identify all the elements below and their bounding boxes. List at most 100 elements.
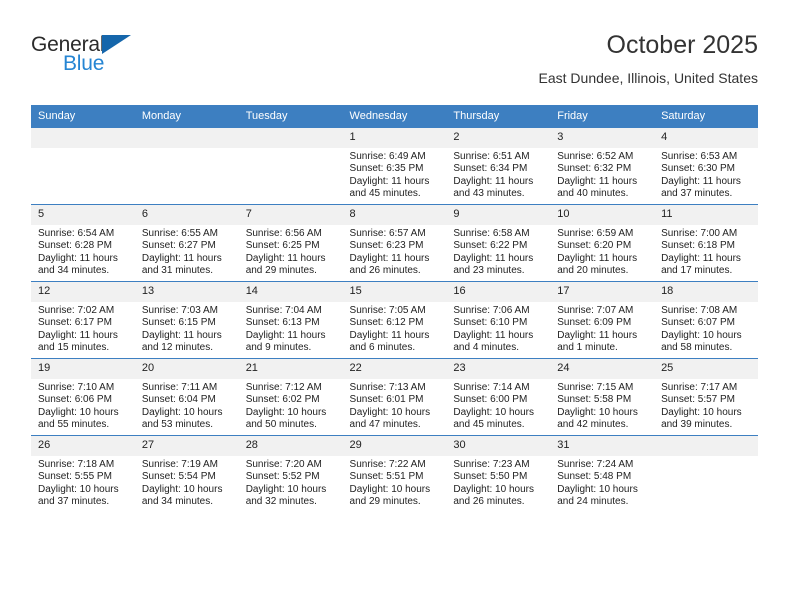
sunrise-text: Sunrise: 7:11 AM [141,382,218,393]
sunrise-text: Sunrise: 6:54 AM [38,228,115,239]
calendar-day-cell[interactable]: 8 Sunrise: 6:57 AM Sunset: 6:23 PM Daylight… [342,204,447,282]
calendar-day-cell[interactable]: 4 Sunrise: 6:53 AM Sunset: 6:30 PM Daylight… [654,127,758,205]
calendar-day-cell[interactable]: 5 Sunrise: 6:54 AM Sunset: 6:28 PM Daylight… [31,204,135,282]
day-number: 5 [31,205,135,225]
daylight-text: Daylight: 11 hours and 37 minutes. [661,175,741,200]
day-sun-info: Sunrise: 7:07 AM Sunset: 6:09 PM Daylight:… [550,302,654,355]
sunset-text: Sunset: 5:54 PM [141,471,216,483]
day-sun-info [239,148,343,151]
sunrise-text: Sunrise: 7:22 AM [349,459,426,470]
sunset-text: Sunset: 5:48 PM [557,471,632,483]
sunrise-text: Sunrise: 7:00 AM [661,228,738,239]
calendar-day-cell[interactable]: 22 Sunrise: 7:13 AM Sunset: 6:01 PM Dayligh… [342,358,447,436]
day-number: 30 [446,436,551,456]
calendar-day-cell[interactable]: 11 Sunrise: 7:00 AM Sunset: 6:18 PM Dayligh… [654,204,758,282]
calendar-day-cell[interactable]: 21 Sunrise: 7:12 AM Sunset: 6:02 PM Dayligh… [238,358,343,436]
day-sun-info: Sunrise: 7:15 AM Sunset: 5:58 PM Daylight:… [550,379,654,432]
calendar-day-cell[interactable]: 7 Sunrise: 6:56 AM Sunset: 6:25 PM Daylight… [238,204,343,282]
day-sun-info: Sunrise: 7:17 AM Sunset: 5:57 PM Daylight:… [654,379,758,432]
day-number: 4 [654,128,758,148]
sunrise-text: Sunrise: 7:20 AM [245,459,322,470]
day-number: 8 [342,205,447,225]
calendar-day-cell[interactable]: 13 Sunrise: 7:03 AM Sunset: 6:15 PM Dayligh… [134,281,239,359]
brand-name-blue: Blue [63,52,105,75]
sunset-text: Sunset: 6:20 PM [557,240,632,252]
weekday-header-row: Sunday Monday Tuesday Wednesday Thursday Frid… [31,105,758,128]
calendar-week-row: 12 Sunrise: 7:02 AM Sunset: 6:17 PM Dayligh… [31,281,758,359]
daylight-text: Daylight: 11 hours and 23 minutes. [453,252,534,277]
daylight-text: Daylight: 11 hours and 9 minutes. [245,329,326,354]
page-header: General Blue October 2025 East Dundee, I… [31,30,758,100]
sunset-text: Sunset: 6:32 PM [557,163,632,175]
day-number: 26 [31,436,135,456]
sunset-text: Sunset: 6:17 PM [38,317,112,329]
sunrise-text: Sunrise: 7:10 AM [38,382,115,393]
day-sun-info: Sunrise: 7:06 AM Sunset: 6:10 PM Daylight:… [446,302,550,355]
daylight-text: Daylight: 11 hours and 34 minutes. [38,252,118,277]
sunset-text: Sunset: 6:04 PM [141,394,216,406]
day-number: 17 [550,282,655,302]
day-number: 21 [238,359,343,379]
calendar-week-row: 26 Sunrise: 7:18 AM Sunset: 5:55 PM Dayligh… [31,435,758,512]
weekday-header-tuesday: Tuesday [238,105,343,128]
calendar-day-cell[interactable]: 1 Sunrise: 6:49 AM Sunset: 6:35 PM Daylight… [342,127,447,205]
day-sun-info [135,148,239,151]
calendar-day-cell[interactable]: 14 Sunrise: 7:04 AM Sunset: 6:13 PM Dayligh… [238,281,343,359]
calendar-day-cell[interactable]: 18 Sunrise: 7:08 AM Sunset: 6:07 PM Dayligh… [654,281,758,359]
sunrise-text: Sunrise: 7:05 AM [349,305,426,316]
weekday-header-saturday: Saturday [654,105,758,128]
daylight-text: Daylight: 11 hours and 26 minutes. [349,252,430,277]
sunset-text: Sunset: 5:52 PM [245,471,320,483]
daylight-text: Daylight: 11 hours and 6 minutes. [349,329,430,354]
day-number: 22 [342,359,447,379]
calendar-day-cell[interactable]: 16 Sunrise: 7:06 AM Sunset: 6:10 PM Dayligh… [446,281,551,359]
sunrise-text: Sunrise: 7:06 AM [453,305,530,316]
daylight-text: Daylight: 11 hours and 17 minutes. [661,252,741,277]
day-sun-info: Sunrise: 7:11 AM Sunset: 6:04 PM Daylight:… [135,379,239,432]
sunrise-text: Sunrise: 6:51 AM [453,151,530,162]
day-sun-info: Sunrise: 7:10 AM Sunset: 6:06 PM Daylight:… [31,379,135,432]
day-sun-info: Sunrise: 7:12 AM Sunset: 6:02 PM Daylight:… [239,379,343,432]
day-sun-info: Sunrise: 7:18 AM Sunset: 5:55 PM Daylight:… [31,456,135,509]
day-number: 7 [238,205,343,225]
calendar-day-cell[interactable]: 9 Sunrise: 6:58 AM Sunset: 6:22 PM Daylight… [446,204,551,282]
day-number [238,128,343,148]
calendar-week-row: 5 Sunrise: 6:54 AM Sunset: 6:28 PM Daylight… [31,204,758,282]
calendar-day-cell[interactable]: 2 Sunrise: 6:51 AM Sunset: 6:34 PM Daylight… [446,127,551,205]
day-number: 12 [31,282,135,302]
sunset-text: Sunset: 6:22 PM [453,240,528,252]
calendar-day-cell[interactable]: 25 Sunrise: 7:17 AM Sunset: 5:57 PM Dayligh… [654,358,758,436]
calendar-day-cell[interactable]: 3 Sunrise: 6:52 AM Sunset: 6:32 PM Daylight… [550,127,655,205]
daylight-text: Daylight: 10 hours and 47 minutes. [349,406,431,431]
calendar-day-cell[interactable]: 24 Sunrise: 7:15 AM Sunset: 5:58 PM Dayligh… [550,358,655,436]
sunrise-text: Sunrise: 6:58 AM [453,228,530,239]
day-number: 13 [134,282,239,302]
weekday-header-monday: Monday [134,105,239,128]
calendar-day-cell[interactable]: 30 Sunrise: 7:23 AM Sunset: 5:50 PM Dayligh… [446,435,551,512]
calendar-day-cell[interactable]: 31 Sunrise: 7:24 AM Sunset: 5:48 PM Dayligh… [550,435,655,512]
calendar-day-cell[interactable]: 27 Sunrise: 7:19 AM Sunset: 5:54 PM Dayligh… [134,435,239,512]
calendar-day-cell-empty [654,435,758,512]
day-number [654,436,758,456]
calendar-day-cell[interactable]: 19 Sunrise: 7:10 AM Sunset: 6:06 PM Dayligh… [31,358,135,436]
calendar-day-cell[interactable]: 23 Sunrise: 7:14 AM Sunset: 6:00 PM Dayligh… [446,358,551,436]
calendar-day-cell[interactable]: 29 Sunrise: 7:22 AM Sunset: 5:51 PM Dayligh… [342,435,447,512]
sunrise-text: Sunrise: 6:49 AM [349,151,426,162]
calendar-day-cell-empty [238,127,343,205]
calendar-day-cell[interactable]: 26 Sunrise: 7:18 AM Sunset: 5:55 PM Dayligh… [31,435,135,512]
calendar-day-cell[interactable]: 20 Sunrise: 7:11 AM Sunset: 6:04 PM Dayligh… [134,358,239,436]
calendar-day-cell[interactable]: 6 Sunrise: 6:55 AM Sunset: 6:27 PM Daylight… [134,204,239,282]
day-number [134,128,239,148]
day-sun-info: Sunrise: 7:19 AM Sunset: 5:54 PM Daylight:… [135,456,239,509]
brand-logo[interactable]: General Blue [31,34,231,90]
day-number: 19 [31,359,135,379]
calendar-day-cell[interactable]: 28 Sunrise: 7:20 AM Sunset: 5:52 PM Dayligh… [238,435,343,512]
sunrise-text: Sunrise: 6:59 AM [557,228,634,239]
calendar-day-cell[interactable]: 10 Sunrise: 6:59 AM Sunset: 6:20 PM Dayligh… [550,204,655,282]
calendar-day-cell[interactable]: 12 Sunrise: 7:02 AM Sunset: 6:17 PM Dayligh… [31,281,135,359]
sunrise-text: Sunrise: 7:24 AM [557,459,634,470]
calendar-day-cell[interactable]: 17 Sunrise: 7:07 AM Sunset: 6:09 PM Dayligh… [550,281,655,359]
day-sun-info: Sunrise: 7:13 AM Sunset: 6:01 PM Daylight:… [343,379,447,432]
calendar-day-cell[interactable]: 15 Sunrise: 7:05 AM Sunset: 6:12 PM Dayligh… [342,281,447,359]
sunrise-text: Sunrise: 7:17 AM [661,382,738,393]
